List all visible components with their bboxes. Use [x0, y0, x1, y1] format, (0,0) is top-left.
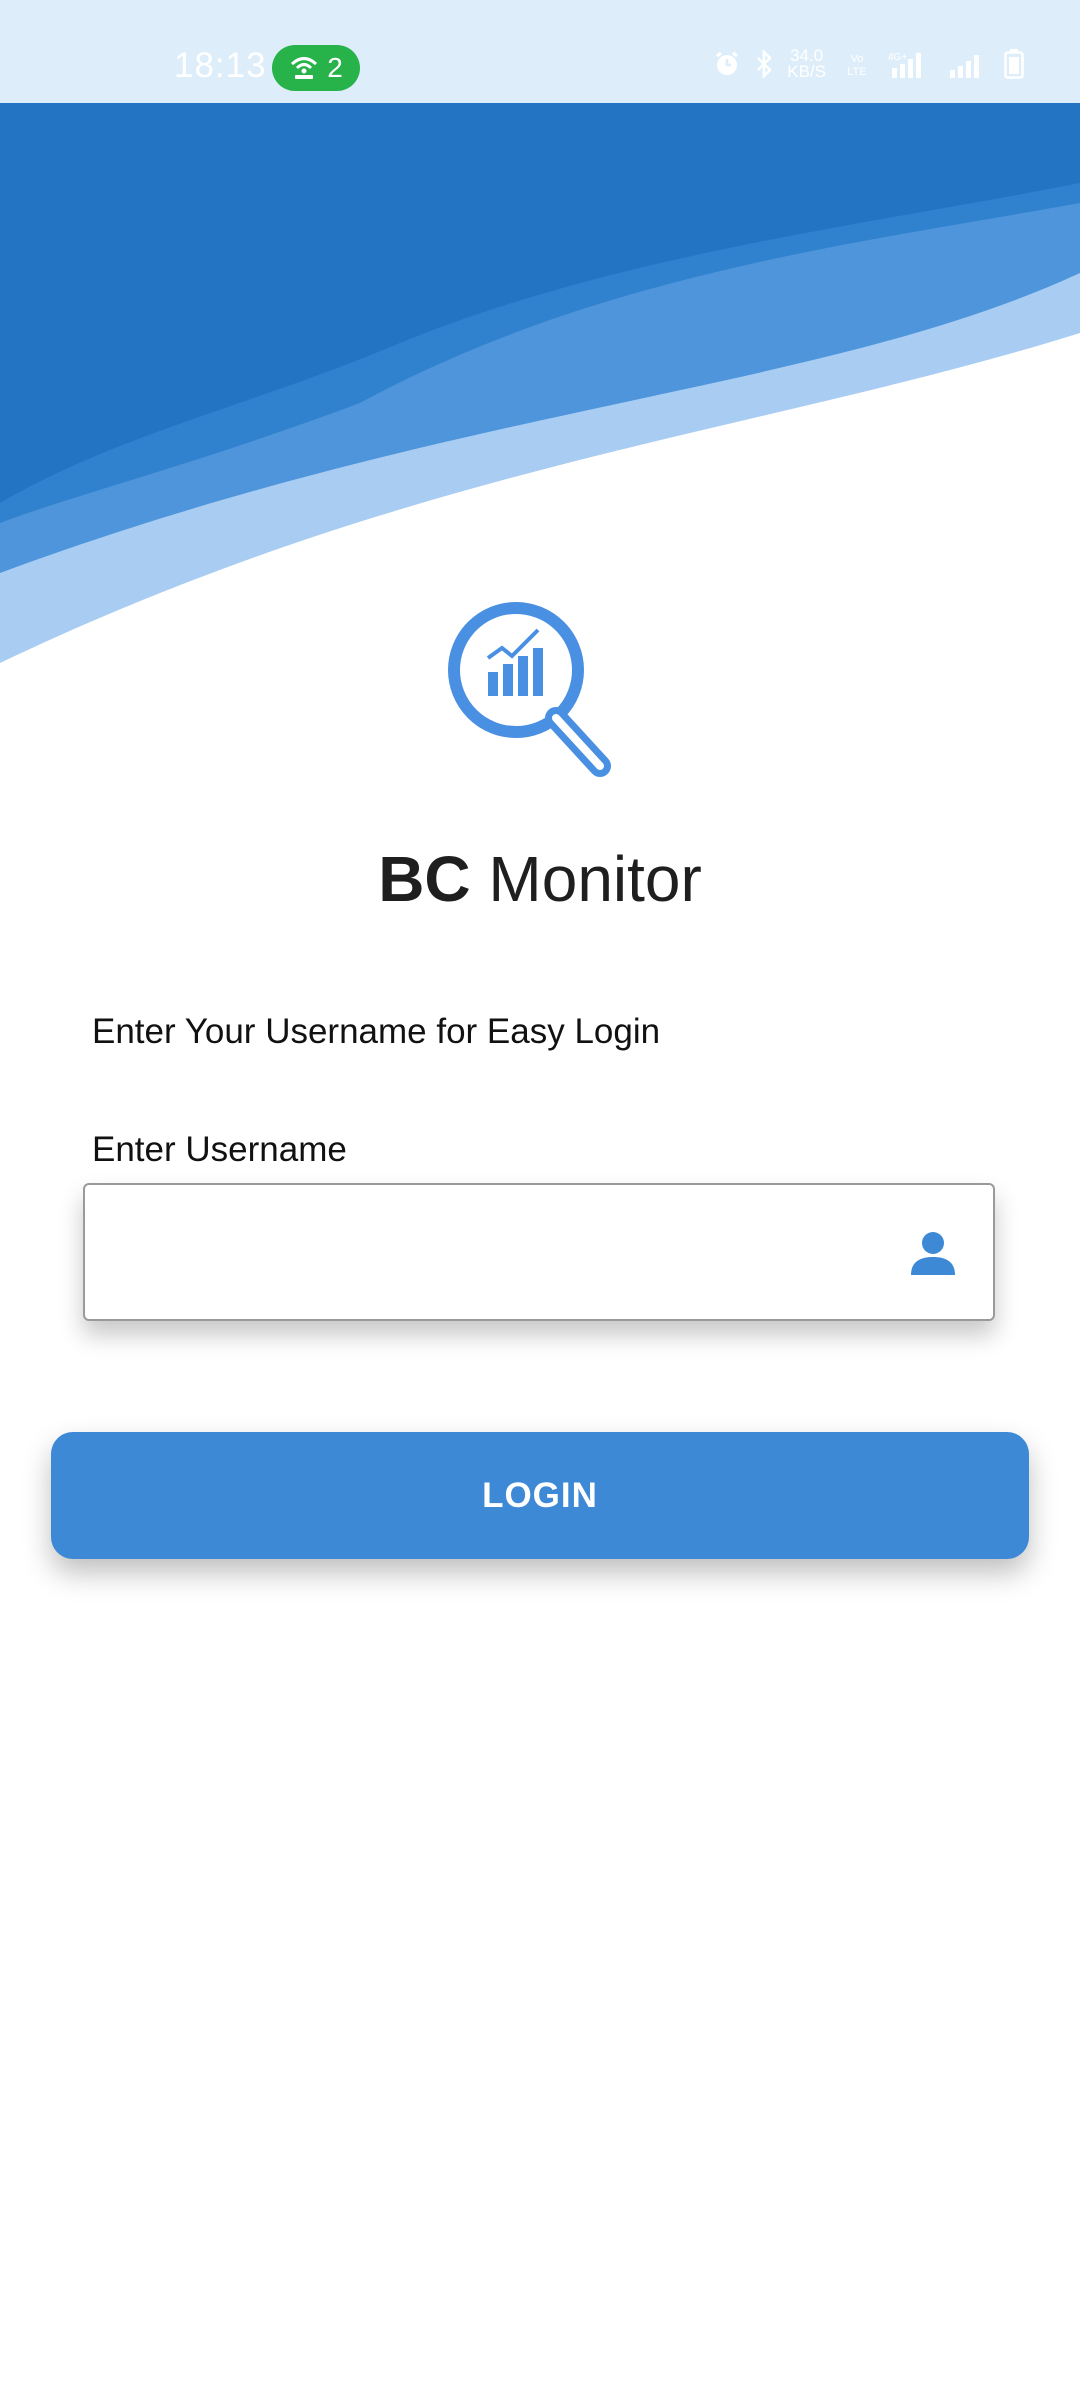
alarm-icon [716, 51, 739, 75]
hotspot-icon [291, 57, 318, 79]
app-logo-icon [448, 602, 611, 777]
status-bar: 18:13 2 34.0 KB/S Vo LTE 4G+ [0, 0, 1080, 103]
network-speed-unit: KB/S [787, 62, 826, 81]
signal-sim1-icon: 4G+ [888, 52, 921, 78]
hotspot-indicator[interactable]: 2 [272, 45, 360, 91]
bluetooth-icon [757, 50, 773, 78]
svg-text:4G+: 4G+ [888, 52, 907, 63]
username-input[interactable] [109, 1185, 933, 1321]
battery-icon [1004, 49, 1024, 79]
username-label: Enter Username [92, 1130, 347, 1169]
svg-text:LTE: LTE [847, 66, 866, 78]
network-speed: 34.0 KB/S [787, 47, 826, 81]
status-icons: 34.0 KB/S Vo LTE 4G+ [713, 47, 1024, 81]
svg-text:Vo: Vo [851, 53, 864, 65]
volte-icon: Vo LTE [847, 53, 866, 78]
hotspot-count: 2 [327, 52, 343, 83]
brand-name-bold: BC [378, 843, 471, 915]
status-time: 18:13 [174, 46, 267, 85]
login-subtitle: Enter Your Username for Easy Login [92, 1012, 661, 1051]
brand-name-regular: Monitor [488, 843, 702, 915]
login-button[interactable]: LOGIN [51, 1432, 1029, 1559]
username-field[interactable] [83, 1183, 995, 1321]
brand-name: BC Monitor [0, 842, 1080, 916]
user-icon [911, 1232, 955, 1275]
signal-sim2-icon [950, 55, 979, 78]
